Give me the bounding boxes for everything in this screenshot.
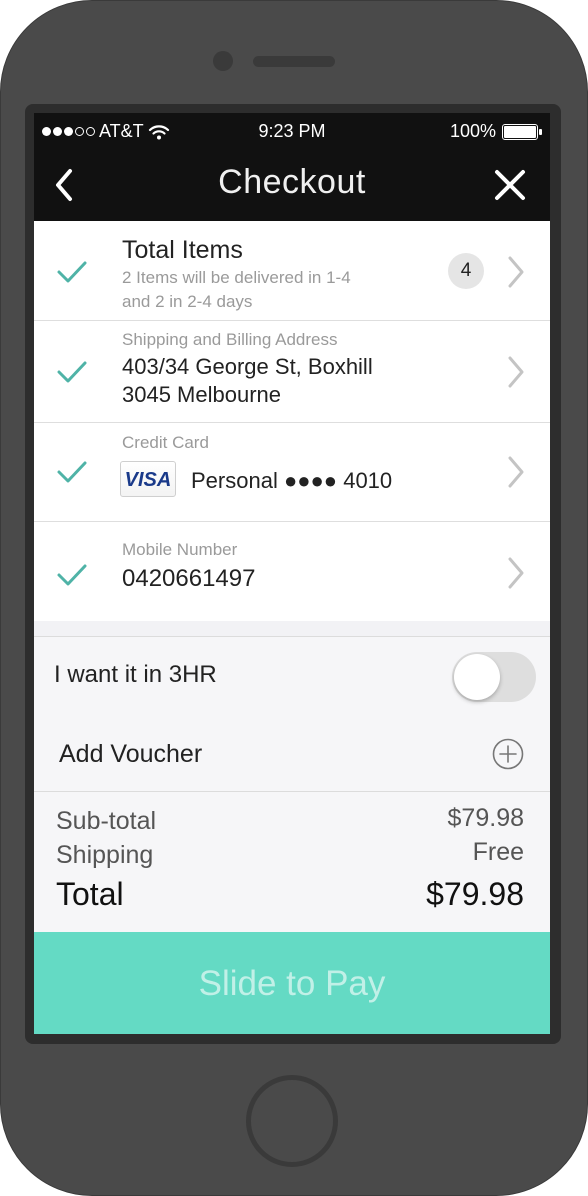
express-delivery-row: I want it in 3HR [34, 636, 550, 715]
slide-to-pay-slider[interactable]: Slide to Pay [34, 932, 550, 1034]
add-circle-icon[interactable] [492, 738, 524, 770]
total-items-title: Total Items [122, 236, 243, 264]
close-icon[interactable] [492, 167, 528, 203]
mobile-number-row[interactable]: Mobile Number 0420661497 [34, 522, 550, 621]
express-delivery-label: I want it in 3HR [54, 661, 217, 688]
check-icon [57, 564, 87, 586]
total-items-row[interactable]: Total Items 2 Items will be delivered in… [34, 221, 550, 321]
slide-to-pay-label: Slide to Pay [198, 964, 386, 1003]
mobile-number-label: Mobile Number [122, 540, 238, 559]
check-icon [57, 461, 87, 483]
credit-card-row[interactable]: Credit Card VISA Personal ●●●● 4010 [34, 423, 550, 522]
subtotal-value: $79.98 [447, 804, 524, 832]
page-title: Checkout [218, 163, 366, 201]
add-voucher-row[interactable]: Add Voucher [34, 714, 550, 792]
address-row[interactable]: Shipping and Billing Address 403/34 Geor… [34, 321, 550, 423]
battery-status: 100% [449, 121, 542, 142]
total-value: $79.98 [426, 876, 524, 912]
shipping-label: Shipping [56, 841, 154, 869]
credit-card-label: Credit Card [122, 433, 209, 452]
battery-percent: 100% [449, 121, 496, 141]
card-description: Personal ●●●● 4010 [191, 468, 393, 493]
check-icon [57, 261, 87, 283]
chevron-right-icon[interactable] [506, 355, 526, 389]
checkout-summary-card: Total Items 2 Items will be delivered in… [34, 221, 550, 621]
chevron-right-icon[interactable] [506, 455, 526, 489]
earpiece-speaker [253, 56, 335, 67]
shipping-value: Free [472, 838, 524, 866]
delivery-note-line2: and 2 in 2-4 days [122, 292, 253, 311]
home-button[interactable] [246, 1075, 338, 1167]
total-label: Total [56, 876, 124, 912]
battery-icon [502, 123, 542, 140]
toggle-knob [454, 654, 500, 700]
address-label: Shipping and Billing Address [122, 330, 338, 349]
express-delivery-toggle[interactable] [452, 652, 536, 702]
front-camera [213, 51, 233, 71]
address-line2: 3045 Melbourne [122, 382, 282, 407]
item-count-badge: 4 [448, 253, 484, 289]
mobile-number-value: 0420661497 [122, 565, 256, 592]
visa-logo: VISA [120, 461, 176, 497]
address-line1: 403/34 George St, Boxhill [122, 354, 373, 379]
add-voucher-label: Add Voucher [59, 740, 203, 768]
status-bar: AT&T 9:23 PM 100% [34, 113, 550, 149]
chevron-right-icon[interactable] [506, 255, 526, 289]
subtotal-label: Sub-total [56, 807, 157, 835]
app-screen: AT&T 9:23 PM 100% Checkout Total Items 2… [34, 113, 550, 1034]
delivery-note-line1: 2 Items will be delivered in 1-4 [122, 268, 351, 287]
navigation-bar: Checkout [34, 149, 550, 221]
order-totals: Sub-total $79.98 Shipping Free Total $79… [34, 792, 550, 932]
check-icon [57, 361, 87, 383]
chevron-right-icon[interactable] [506, 556, 526, 590]
